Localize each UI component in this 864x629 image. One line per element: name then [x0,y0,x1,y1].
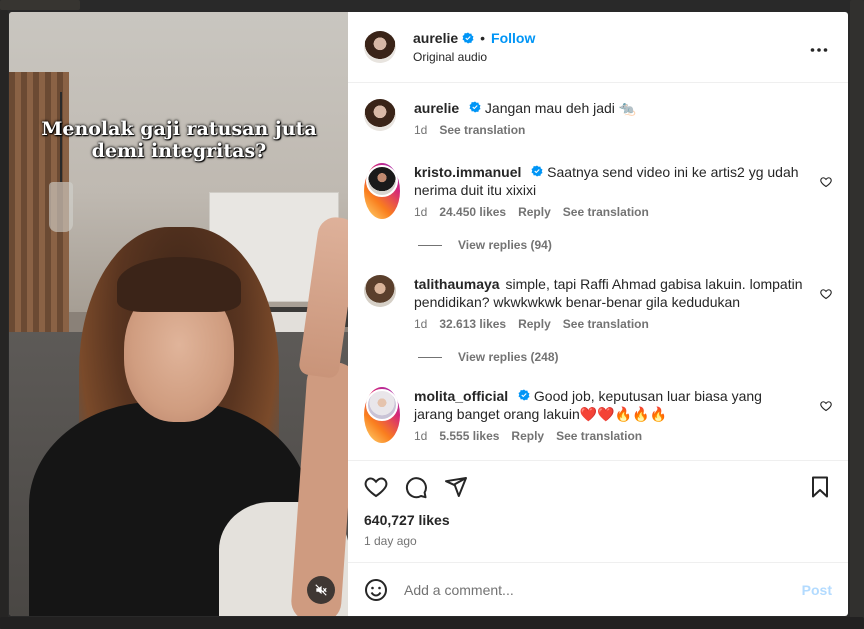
author-username[interactable]: aurelie [413,30,458,46]
mute-button[interactable] [307,576,335,604]
comment-time[interactable]: 1d [414,429,427,443]
comment-likes[interactable]: 5.555 likes [439,429,499,443]
like-comment-heart-icon[interactable] [820,399,832,417]
see-translation-link[interactable]: See translation [563,205,649,219]
likes-count[interactable]: 640,727 likes [348,512,848,528]
avatar[interactable] [364,99,396,131]
list-item: talithaumaya simple, tapi Raffi Ahmad ga… [364,275,832,331]
view-replies-label: View replies (248) [458,350,559,364]
post-comment-button[interactable]: Post [802,582,832,598]
more-options-icon[interactable] [810,37,828,58]
like-comment-heart-icon[interactable] [820,175,832,193]
see-translation-link[interactable]: See translation [556,429,642,443]
comment-username[interactable]: talithaumaya [414,276,500,292]
audio-link[interactable]: Original audio [413,50,535,64]
comment-text: Jangan mau deh jadi 🐀 [484,100,637,116]
video-caption: Menolak gaji ratusan juta demi integrita… [29,118,329,162]
comment-likes[interactable]: 24.450 likes [439,205,506,219]
comments-list[interactable]: aurelie Jangan mau deh jadi 🐀 1d See tra… [348,83,848,460]
comment-time[interactable]: 1d [414,123,427,137]
avatar[interactable] [364,275,396,307]
caption-line-1: Menolak gaji ratusan juta [41,118,317,140]
list-item: molita_official Good job, keputusan luar… [364,387,832,443]
comment-input[interactable]: Add a comment... [404,582,802,598]
comment-likes[interactable]: 32.613 likes [439,317,506,331]
caption-line-2: demi integritas? [91,140,267,162]
comment-username[interactable]: aurelie [414,100,459,116]
reply-button[interactable]: Reply [518,205,551,219]
comment-bubble-icon[interactable] [404,475,428,499]
see-translation-link[interactable]: See translation [439,123,525,137]
reply-button[interactable]: Reply [511,429,544,443]
list-item: kristo.immanuel Saatnya send video ini k… [364,163,832,219]
avatar[interactable] [364,163,400,219]
speaker-muted-icon [314,583,328,597]
emoji-smiley-icon[interactable] [364,578,388,602]
view-replies-button[interactable]: View replies (94) [418,238,832,252]
verified-badge-icon [462,32,474,44]
action-bar [348,460,848,512]
like-heart-icon[interactable] [364,475,388,499]
reel-video[interactable]: Menolak gaji ratusan juta demi integrita… [9,12,348,616]
comment-username[interactable]: kristo.immanuel [414,164,521,180]
comment-time[interactable]: 1d [414,317,427,331]
verified-badge-icon [518,389,530,401]
avatar[interactable] [364,31,396,63]
separator-dot: • [480,30,486,46]
avatar[interactable] [364,387,400,443]
post-modal: Menolak gaji ratusan juta demi integrita… [9,12,848,616]
verified-badge-icon [469,101,481,113]
like-comment-heart-icon[interactable] [820,287,832,305]
view-replies-label: View replies (94) [458,238,552,252]
comment-username[interactable]: molita_official [414,388,508,404]
post-header: aurelie • Follow Original audio [348,12,848,83]
verified-badge-icon [531,165,543,177]
follow-button[interactable]: Follow [491,30,535,46]
add-comment-bar: Add a comment... Post [348,562,848,616]
post-timestamp[interactable]: 1 day ago [348,534,848,562]
see-translation-link[interactable]: See translation [563,317,649,331]
bookmark-icon[interactable] [808,475,832,499]
view-replies-button[interactable]: View replies (248) [418,350,832,364]
reply-button[interactable]: Reply [518,317,551,331]
share-paper-plane-icon[interactable] [444,475,468,499]
comment-time[interactable]: 1d [414,205,427,219]
post-panel: aurelie • Follow Original audio aurelie … [348,12,848,616]
list-item: aurelie Jangan mau deh jadi 🐀 1d See tra… [364,99,832,137]
